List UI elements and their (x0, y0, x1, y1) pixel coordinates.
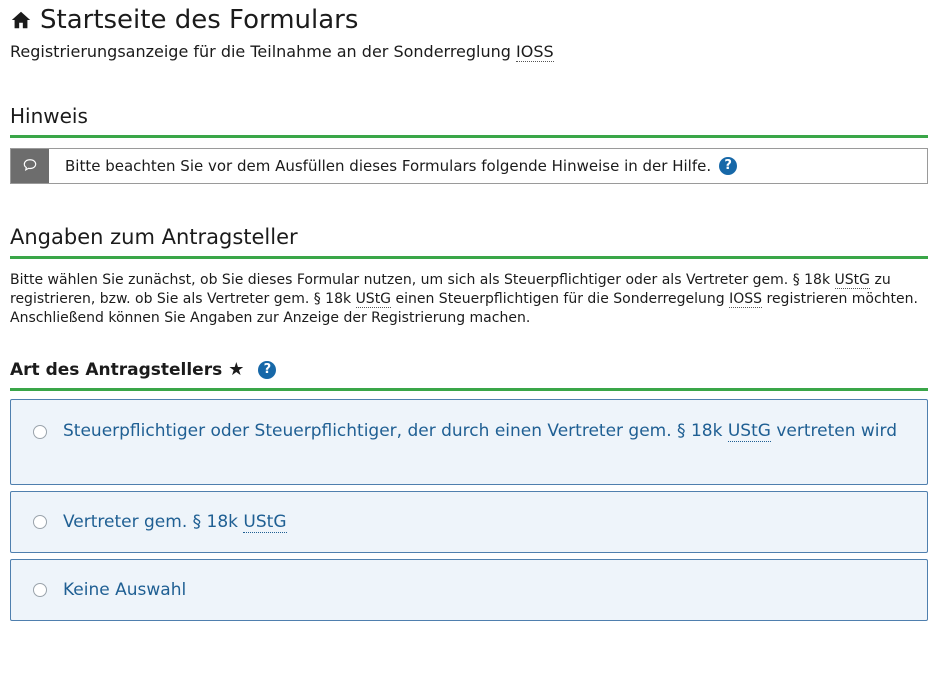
option-label-text: Vertreter gem. § 18k (63, 512, 244, 532)
option-label: Vertreter gem. § 18k UStG (63, 509, 287, 535)
field-label: Art des Antragstellers (10, 360, 223, 380)
intro-paragraph: Bitte wählen Sie zunächst, ob Sie dieses… (10, 271, 925, 328)
field-heading-art-des-antragstellers: Art des Antragstellers ★ ? (10, 358, 928, 391)
abbr-ustg: UStG (727, 421, 771, 442)
page-title: Startseite des Formulars (40, 5, 359, 35)
abbr-ustg: UStG (243, 512, 287, 533)
notice-text: Bitte beachten Sie vor dem Ausfüllen die… (65, 157, 712, 175)
abbr-ioss: IOSS (516, 42, 554, 62)
speech-bubble-icon (23, 157, 37, 176)
form-start-page: Startseite des Formulars Registrierungsa… (10, 0, 928, 627)
page-subtitle: Registrierungsanzeige für die Teilnahme … (10, 41, 928, 63)
radio-option-vertreter[interactable]: Vertreter gem. § 18k UStG (10, 491, 928, 553)
intro-text-3: einen Steuerpflichtigen für die Sonderre… (391, 291, 730, 307)
option-label-text: Steuerpflichtiger oder Steuerpflichtiger… (63, 421, 728, 441)
option-label: Steuerpflichtiger oder Steuerpflichtiger… (63, 418, 897, 444)
section-heading-antragsteller: Angaben zum Antragsteller (10, 224, 928, 259)
radio-option-keine-auswahl[interactable]: Keine Auswahl (10, 559, 928, 621)
home-icon (10, 9, 32, 31)
title-row: Startseite des Formulars (10, 2, 928, 38)
radio-option-steuerpflichtiger[interactable]: Steuerpflichtiger oder Steuerpflichtiger… (10, 399, 928, 485)
section-heading-hinweis: Hinweis (10, 103, 928, 138)
notice-box: Bitte beachten Sie vor dem Ausfüllen die… (10, 148, 928, 184)
abbr-ioss: IOSS (729, 291, 763, 308)
abbr-ustg: UStG (834, 272, 871, 289)
radio-button[interactable] (33, 583, 47, 597)
notice-text-row: Bitte beachten Sie vor dem Ausfüllen die… (49, 149, 738, 183)
radio-button[interactable] (33, 515, 47, 529)
option-label: Keine Auswahl (63, 580, 187, 600)
intro-text-1: Bitte wählen Sie zunächst, ob Sie dieses… (10, 272, 835, 288)
radio-group-art: Steuerpflichtiger oder Steuerpflichtiger… (10, 399, 928, 621)
option-label-suffix: vertreten wird (770, 421, 897, 441)
subtitle-text: Registrierungsanzeige für die Teilnahme … (10, 42, 517, 61)
help-icon[interactable]: ? (258, 361, 277, 379)
radio-button[interactable] (33, 425, 47, 439)
help-icon[interactable]: ? (719, 157, 738, 175)
notice-icon-box (11, 149, 49, 183)
abbr-ustg: UStG (355, 291, 392, 308)
required-star-icon: ★ (228, 359, 245, 380)
